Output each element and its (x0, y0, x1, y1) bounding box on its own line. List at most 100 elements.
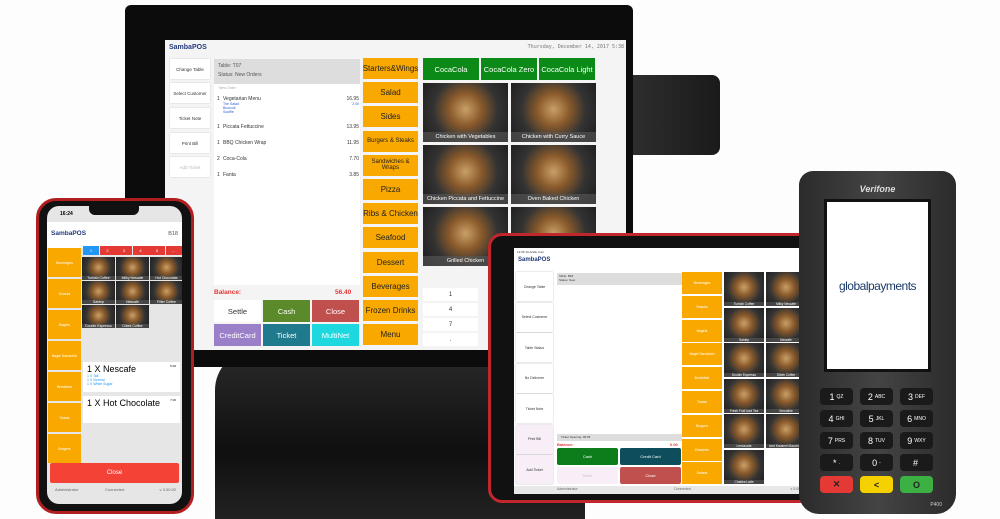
select-customer-button[interactable]: Select Customer (516, 302, 553, 332)
multinet-button[interactable]: MultiNet (312, 324, 359, 346)
settle-button[interactable]: Settle (214, 300, 261, 322)
key-6[interactable]: 6 MNO (900, 410, 933, 427)
enter-key[interactable]: O (900, 476, 933, 493)
product-tile[interactable]: Sahlep (724, 307, 764, 342)
category-burgers[interactable]: Burgers (682, 414, 722, 437)
page-4-button[interactable]: 4 (132, 246, 149, 255)
numpad-7[interactable]: 7 (423, 318, 478, 331)
print-bill-button[interactable]: Print Bill (516, 424, 553, 454)
product-tile[interactable]: Filter Coffee (150, 281, 182, 304)
category-beverages[interactable]: Beverages (363, 275, 418, 297)
cancel-key[interactable]: ✕ (820, 476, 853, 493)
category-sandwiches-wraps[interactable]: Sandwiches & Wraps (363, 154, 418, 176)
key-7[interactable]: 7 PRS (820, 432, 853, 449)
category-seafood[interactable]: Seafood (363, 227, 418, 249)
category-dessert[interactable]: Dessert (363, 251, 418, 273)
cash-button[interactable]: Cash (557, 448, 618, 465)
product-tile[interactable]: Chaitea Latte (724, 450, 764, 484)
category-beverages[interactable]: Beverages (682, 272, 722, 294)
product-tile[interactable]: Turkish Coffee (724, 272, 764, 306)
close-button[interactable]: Close (312, 300, 359, 322)
category-pizza[interactable]: Pizza (363, 179, 418, 200)
key-9[interactable]: 9 WXY (900, 432, 933, 449)
no-deliverer-button[interactable]: No Deliverer (516, 363, 553, 393)
category-bagel-sandwich[interactable]: Bagel Sandwich (48, 341, 81, 370)
table-status-button[interactable]: Table Status (516, 333, 553, 362)
key-8[interactable]: 8 TUV (860, 432, 893, 449)
category-bagels[interactable]: Bagels (48, 310, 81, 339)
category-burgers-steaks[interactable]: Burgers & Steaks (363, 130, 418, 152)
order-item[interactable]: 1 X Nescafe 5.00 1 X Tall 1 X Normal 1 X Whi… (83, 362, 180, 392)
change-table-button[interactable]: Change Table (170, 59, 210, 79)
category-breakfast[interactable]: Breakfast (48, 372, 81, 401)
product-cocacola-zero[interactable]: CocaCola Zero (481, 58, 537, 80)
category-breakfast[interactable]: Breakfast (682, 367, 722, 390)
product-tile[interactable]: Nescafe (116, 281, 149, 304)
category-sides[interactable]: Sides (363, 106, 418, 128)
add-ticket-button[interactable]: Add Ticket (516, 455, 553, 484)
credit-card-button[interactable]: Credit Card (620, 448, 681, 465)
page-5-button[interactable]: 5 (149, 246, 165, 255)
close-button[interactable]: Close (50, 463, 179, 483)
key-0[interactable]: 0- (860, 454, 893, 471)
ticket-note-button[interactable]: Ticket Note (170, 108, 210, 128)
product-tile[interactable]: Fresh Fruit Iced Tea (724, 378, 764, 413)
product-tile[interactable]: Oven Baked Chicken (511, 145, 596, 204)
order-item[interactable]: 1 Fanta 3.85 (217, 172, 359, 178)
category-frozen-drinks[interactable]: Frozen Drinks (363, 300, 418, 321)
ticket-note-button[interactable]: Ticket Note (516, 394, 553, 423)
product-tile[interactable]: Iced Karamel Macchiato (766, 414, 802, 449)
order-item[interactable]: 1 Piccata Fettuccine 13.95 (217, 124, 359, 130)
product-tile[interactable]: Lemonade (724, 414, 764, 449)
page-1-button[interactable]: 1 (83, 246, 99, 255)
print-bill-button[interactable]: Print Bill (170, 133, 210, 153)
product-tile[interactable]: Chicken with Vegetables (423, 83, 508, 142)
category-toasts[interactable]: Toasts (682, 391, 722, 413)
settle-button[interactable]: Settle (557, 467, 618, 484)
page-2-button[interactable]: 2 (99, 246, 116, 255)
product-tile[interactable]: Dibek Coffee (116, 305, 149, 328)
product-tile[interactable]: Double Espresso (82, 305, 115, 328)
category-snacks[interactable]: Snacks (682, 295, 722, 318)
key-4[interactable]: 4 GHI (820, 410, 853, 427)
order-item[interactable]: 1 X Hot Chocolate 7.00 (83, 396, 180, 423)
order-item[interactable]: 2 Coca-Cola 7.70 (217, 156, 359, 162)
back-key[interactable]: < (860, 476, 893, 493)
product-cocacola[interactable]: CocaCola (423, 58, 479, 80)
key-3[interactable]: 3 DEF (900, 388, 933, 405)
key-1[interactable]: 1 QZ (820, 388, 853, 405)
category-beverages[interactable]: Beverages (48, 248, 81, 277)
category-ribs-chicken[interactable]: Ribs & Chicken (363, 203, 418, 225)
numpad-1[interactable]: 1 (423, 288, 478, 301)
page-3-button[interactable]: 3 (116, 246, 132, 255)
key-5[interactable]: 5 JKL (860, 410, 893, 427)
close-button[interactable]: Close (620, 467, 681, 484)
add-ticket-button[interactable]: Add Ticket (170, 157, 210, 177)
product-tile[interactable]: Sahlep (82, 281, 115, 304)
category-toasts[interactable]: Toasts (48, 403, 81, 432)
product-tile[interactable]: Milky Nescafe (116, 257, 149, 280)
category-bagels[interactable]: Bagels (682, 319, 722, 342)
product-tile[interactable]: Smoothie (766, 378, 802, 413)
product-tile[interactable]: Nescafe (766, 307, 802, 342)
product-tile[interactable]: Chicken with Curry Sauce (511, 83, 596, 142)
category-salads[interactable]: Salads (682, 462, 722, 485)
numpad-dot[interactable]: . (423, 333, 478, 346)
key-sym9[interactable]: *. (820, 454, 853, 471)
select-customer-button[interactable]: Select Customer (170, 83, 210, 103)
category-snacks[interactable]: Snacks (48, 279, 81, 308)
product-tile[interactable]: Turkish Coffee (82, 257, 115, 280)
product-tile[interactable]: Milky Nescafe (766, 272, 802, 306)
product-cocacola-light[interactable]: CocaCola Light (539, 58, 595, 80)
order-item[interactable]: 1 BBQ Chicken Wrap 11.95 (217, 140, 359, 146)
change-table-button[interactable]: Change Table (516, 272, 553, 301)
key-sym11[interactable]: # (900, 454, 933, 471)
category-bagel-sandwich[interactable]: Bagel Sandwich (682, 343, 722, 366)
cash-button[interactable]: Cash (263, 300, 310, 322)
product-tile[interactable]: Chicken Piccata and Fettuccine (423, 145, 508, 204)
category-menu[interactable]: Menu (363, 324, 418, 346)
category-salad[interactable]: Salad (363, 82, 418, 104)
product-tile[interactable]: Double Espresso (724, 343, 764, 378)
key-2[interactable]: 2 ABC (860, 388, 893, 405)
numpad-4[interactable]: 4 (423, 303, 478, 316)
